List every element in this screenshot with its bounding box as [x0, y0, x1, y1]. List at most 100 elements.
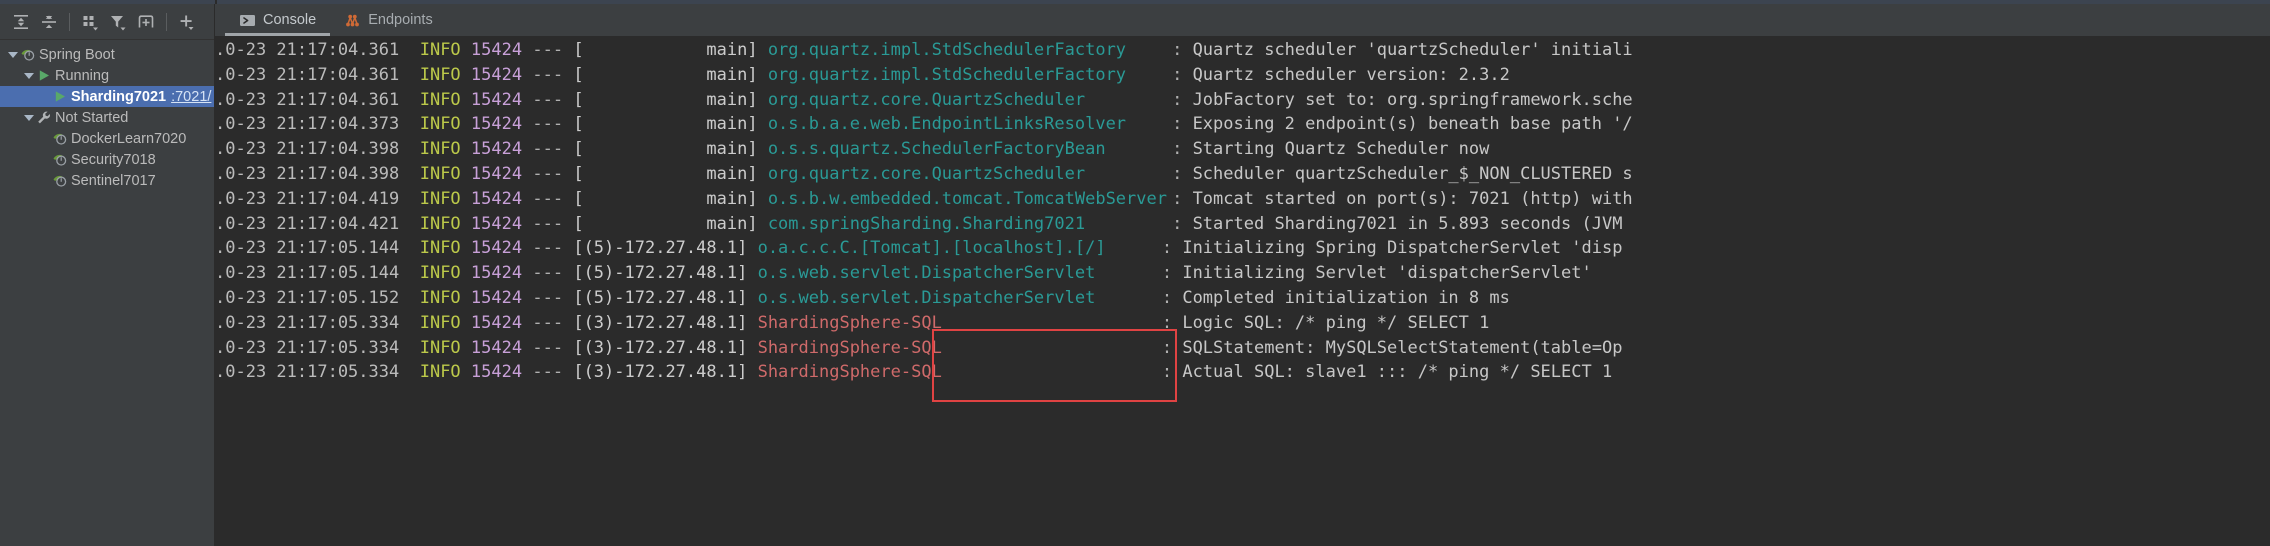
console-line[interactable]: .0-23 21:17:05.334 INFO 15424 --- [(3)-1… — [215, 311, 2270, 336]
tree-item-running[interactable]: Running — [0, 65, 214, 86]
log-thread: [(5)-172.27.48.1] — [573, 287, 748, 308]
log-timestamp: .0-23 21:17:05.334 — [215, 337, 400, 358]
console-line[interactable]: .0-23 21:17:05.144 INFO 15424 --- [(5)-1… — [215, 236, 2270, 261]
console-line[interactable]: .0-23 21:17:04.361 INFO 15424 --- [ main… — [215, 88, 2270, 113]
expand-all-button[interactable] — [8, 9, 34, 35]
tab-endpoints[interactable]: Endpoints — [330, 4, 447, 36]
log-thread: [ main] — [573, 40, 758, 60]
add-tab-button[interactable] — [133, 9, 159, 35]
collapse-all-button[interactable] — [36, 9, 62, 35]
spring-boot-icon — [19, 47, 37, 63]
tree-item-sentinel7017[interactable]: Sentinel7017 — [0, 170, 214, 191]
log-logger: ShardingSphere-SQL — [757, 312, 942, 333]
log-logger: ShardingSphere-SQL — [757, 362, 942, 383]
log-thread: [ main] — [573, 163, 758, 184]
services-tree-panel: Spring Boot Running Sharding7021:7021/ … — [0, 4, 215, 546]
console-line[interactable]: .0-23 21:17:04.361 INFO 15424 --- [ main… — [215, 63, 2270, 88]
console-line[interactable]: .0-23 21:17:04.419 INFO 15424 --- [ main… — [215, 187, 2270, 212]
log-dash: --- — [532, 337, 564, 358]
log-message: JobFactory set to: org.springframework.s… — [1192, 89, 1633, 110]
tree-item-spring-boot[interactable]: Spring Boot — [0, 44, 214, 65]
tree-item-label: DockerLearn7020 — [71, 130, 187, 147]
log-timestamp: .0-23 21:17:05.334 — [215, 312, 400, 333]
console-icon — [239, 12, 256, 29]
log-thread: [ main] — [573, 89, 758, 110]
log-pid: 15424 — [470, 287, 523, 308]
collapse-all-icon — [39, 12, 59, 32]
log-level: INFO — [419, 163, 461, 184]
log-message: Completed initialization in 8 ms — [1182, 287, 1510, 308]
log-level: INFO — [419, 238, 461, 259]
console-line[interactable]: .0-23 21:17:05.144 INFO 15424 --- [(5)-1… — [215, 261, 2270, 286]
wrench-icon — [35, 110, 53, 126]
add-tab-icon — [136, 12, 156, 32]
log-separator: : — [1172, 114, 1183, 135]
console-line[interactable]: .0-23 21:17:05.152 INFO 15424 --- [(5)-1… — [215, 286, 2270, 311]
log-pid: 15424 — [470, 213, 523, 234]
log-dash: --- — [532, 40, 564, 60]
console-output[interactable]: .0-23 21:17:04.361 INFO 15424 --- [ main… — [215, 36, 2270, 546]
tab-console[interactable]: Console — [225, 4, 331, 36]
chevron-down-icon[interactable] — [22, 111, 35, 124]
log-message: Initializing Servlet 'dispatcherServlet' — [1182, 263, 1592, 284]
log-thread: [(3)-172.27.48.1] — [573, 312, 748, 333]
spring-boot-icon — [51, 152, 69, 168]
chevron-down-icon[interactable] — [22, 69, 35, 82]
log-timestamp: .0-23 21:17:04.421 — [215, 213, 400, 234]
spring-boot-icon — [51, 173, 69, 189]
log-level: INFO — [419, 362, 461, 383]
log-message: Tomcat started on port(s): 7021 (http) w… — [1192, 188, 1633, 209]
log-message: Quartz scheduler version: 2.3.2 — [1192, 64, 1510, 85]
log-message: Initializing Spring DispatcherServlet 'd… — [1182, 238, 1623, 259]
console-line[interactable]: .0-23 21:17:04.398 INFO 15424 --- [ main… — [215, 162, 2270, 187]
log-logger: o.s.web.servlet.DispatcherServlet — [757, 287, 1096, 308]
log-dash: --- — [532, 263, 564, 284]
log-logger: org.quartz.core.QuartzScheduler — [767, 89, 1086, 110]
log-timestamp: .0-23 21:17:04.419 — [215, 188, 400, 209]
tab-label: Endpoints — [368, 12, 433, 28]
console-line[interactable]: .0-23 21:17:04.361 INFO 15424 --- [ main… — [215, 38, 2270, 63]
tree-item-label: Sentinel7017 — [71, 172, 156, 189]
log-message: Exposing 2 endpoint(s) beneath base path… — [1192, 114, 1633, 135]
log-thread: [ main] — [573, 213, 758, 234]
tree-item-security7018[interactable]: Security7018 — [0, 149, 214, 170]
tree-item-dockerlearn7020[interactable]: DockerLearn7020 — [0, 128, 214, 149]
log-level: INFO — [419, 287, 461, 308]
log-pid: 15424 — [470, 40, 523, 60]
log-level: INFO — [419, 263, 461, 284]
tab-label: Console — [263, 12, 317, 28]
log-pid: 15424 — [470, 163, 523, 184]
log-timestamp: .0-23 21:17:04.373 — [215, 114, 400, 135]
add-button[interactable] — [174, 9, 200, 35]
tree-item-label: Spring Boot — [39, 46, 115, 63]
tree-item-label: Security7018 — [71, 151, 156, 168]
console-line[interactable]: .0-23 21:17:04.398 INFO 15424 --- [ main… — [215, 137, 2270, 162]
log-logger: org.quartz.impl.StdSchedulerFactory — [767, 40, 1127, 60]
spring-boot-icon — [51, 131, 69, 147]
log-message: Actual SQL: slave1 ::: /* ping */ SELECT… — [1182, 362, 1613, 383]
log-separator: : — [1161, 362, 1173, 383]
log-thread: [ main] — [573, 139, 758, 160]
log-level: INFO — [419, 312, 461, 333]
log-separator: : — [1161, 263, 1173, 284]
console-line[interactable]: .0-23 21:17:05.334 INFO 15424 --- [(3)-1… — [215, 336, 2270, 361]
expand-all-icon — [11, 12, 31, 32]
console-line[interactable]: .0-23 21:17:04.373 INFO 15424 --- [ main… — [215, 112, 2270, 137]
tree-item-not-started[interactable]: Not Started — [0, 107, 214, 128]
services-tree[interactable]: Spring Boot Running Sharding7021:7021/ … — [0, 40, 214, 546]
log-pid: 15424 — [470, 263, 523, 284]
chevron-down-icon[interactable] — [6, 48, 19, 61]
log-logger: o.s.b.w.embedded.tomcat.TomcatWebServer — [767, 188, 1167, 209]
log-thread: [(3)-172.27.48.1] — [573, 362, 748, 383]
filter-button[interactable] — [105, 9, 131, 35]
log-thread: [ main] — [573, 114, 758, 135]
log-message: Starting Quartz Scheduler now — [1192, 139, 1490, 160]
log-separator: : — [1172, 64, 1183, 85]
tree-item-sharding7021[interactable]: Sharding7021 :7021/ — [0, 86, 214, 107]
tree-item-link[interactable]: :7021/ — [171, 89, 211, 105]
log-message: Logic SQL: /* ping */ SELECT 1 — [1182, 312, 1490, 333]
group-by-button[interactable] — [77, 9, 103, 35]
console-line[interactable]: .0-23 21:17:05.334 INFO 15424 --- [(3)-1… — [215, 360, 2270, 385]
console-line[interactable]: .0-23 21:17:04.421 INFO 15424 --- [ main… — [215, 212, 2270, 237]
log-dash: --- — [532, 362, 564, 383]
